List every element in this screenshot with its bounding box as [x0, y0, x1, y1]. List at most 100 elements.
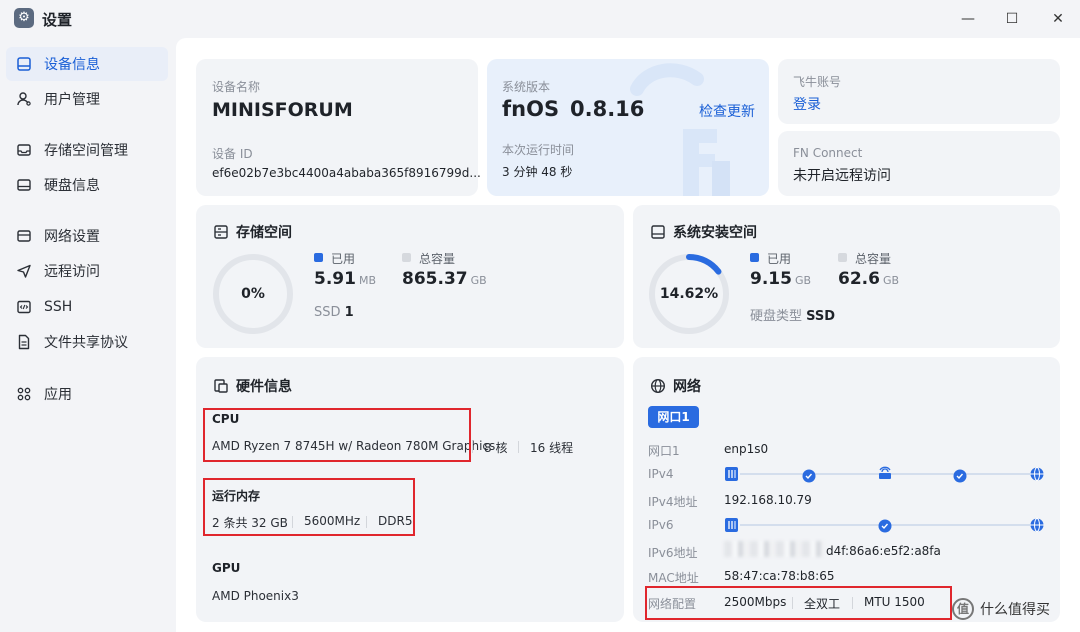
hardware-title-text: 硬件信息	[236, 379, 292, 395]
account-card	[778, 59, 1060, 124]
ipv6-address: d4f:86a6:e5f2:a8fa	[826, 544, 941, 558]
storage-title-text: 存储空间	[236, 225, 292, 241]
sidebar-item-apps[interactable]: 应用	[6, 377, 168, 411]
mac-address: 58:47:ca:78:b8:65	[724, 569, 835, 583]
disk-type-label: 硬盘类型	[750, 309, 803, 324]
mac-label: MAC地址	[648, 571, 699, 585]
router-icon	[879, 466, 891, 479]
sidebar-item-label: 设备信息	[44, 57, 100, 73]
cpu-threads: 16 线程	[530, 441, 574, 455]
ipv6-address-redaction	[724, 541, 824, 557]
network-settings-icon	[16, 228, 32, 244]
system-space-title: 系统安装空间	[650, 222, 757, 242]
version-label: 系统版本	[502, 80, 551, 94]
nic-port-icon	[725, 518, 738, 532]
sidebar-item-remote-access[interactable]: 远程访问	[6, 254, 168, 288]
ipv4-label: IPv4	[648, 467, 674, 481]
device-name: MINISFORUM	[212, 99, 353, 121]
used-legend-swatch	[750, 253, 759, 262]
watermark-logo: 值	[952, 598, 974, 620]
device-id-label: 设备 ID	[212, 147, 253, 161]
storage-used-value: 5.91	[314, 269, 356, 289]
close-button[interactable]: ✕	[1040, 6, 1076, 32]
storage-used-unit: MB	[358, 274, 376, 287]
check-icon	[953, 469, 967, 483]
network-title-text: 网络	[673, 379, 701, 395]
storage-percent: 0%	[241, 286, 265, 302]
device-info-icon	[16, 56, 32, 72]
system-space-title-text: 系统安装空间	[673, 225, 757, 241]
watermark-text: 什么值得买	[980, 602, 1050, 618]
system-space-usage-ring: 14.62%	[647, 252, 731, 336]
sidebar-item-label: 网络设置	[44, 229, 100, 245]
sidebar-item-label: 存储空间管理	[44, 143, 128, 159]
storage-used: 5.91 MB	[314, 269, 376, 289]
account-label: 飞牛账号	[793, 75, 842, 89]
ipv6-label: IPv6	[648, 518, 674, 532]
login-link[interactable]: 登录	[793, 94, 821, 114]
sidebar: 设备信息 用户管理 存储空间管理 硬盘信息 网络设置 远程访问 SSH 文件共享…	[0, 38, 176, 632]
disk-type-value: SSD	[806, 309, 836, 324]
sidebar-item-device-info[interactable]: 设备信息	[6, 47, 168, 81]
user-icon	[16, 91, 32, 107]
storage-usage-ring: 0%	[211, 252, 295, 336]
network-title: 网络	[650, 376, 701, 396]
check-icon	[802, 469, 816, 483]
sidebar-item-label: 远程访问	[44, 264, 100, 280]
system-total-value: 62.6	[838, 269, 880, 289]
system-used-label: 已用	[767, 252, 792, 266]
uptime-value: 3 分钟 48 秒	[502, 165, 573, 179]
cpu-cores: 8 核	[484, 441, 508, 455]
hardware-title: 硬件信息	[213, 376, 292, 396]
window-title: 设置	[42, 11, 73, 29]
storage-title: 存储空间	[213, 222, 292, 242]
globe-icon	[650, 378, 666, 394]
system-space-percent: 14.62%	[659, 286, 719, 302]
port-label: 网口1	[648, 444, 680, 458]
system-disk-icon	[650, 224, 666, 240]
nic-port-icon	[725, 467, 738, 481]
apps-grid-icon	[16, 386, 32, 402]
fn-connect-card	[778, 131, 1060, 196]
storage-used-label: 已用	[331, 252, 356, 266]
system-total-label: 总容量	[855, 252, 892, 266]
ssd-label: SSD	[314, 305, 341, 320]
network-port-tab[interactable]: 网口1	[648, 406, 699, 428]
document-icon	[16, 334, 32, 350]
sidebar-item-ssh[interactable]: SSH	[6, 290, 168, 324]
system-total-unit: GB	[882, 274, 900, 287]
system-used-unit: GB	[794, 274, 812, 287]
sidebar-item-label: 用户管理	[44, 92, 100, 108]
sidebar-item-users[interactable]: 用户管理	[6, 82, 168, 116]
os-version: 0.8.16	[570, 97, 645, 121]
storage-total-value: 865.37	[402, 269, 468, 289]
ipv4-address: 192.168.10.79	[724, 493, 812, 507]
internet-globe-icon	[1030, 518, 1044, 532]
sidebar-item-network[interactable]: 网络设置	[6, 219, 168, 253]
fn-connect-label: FN Connect	[793, 146, 863, 160]
sidebar-item-disk[interactable]: 硬盘信息	[6, 168, 168, 202]
disk-icon	[16, 177, 32, 193]
total-legend-swatch	[402, 253, 411, 262]
hardware-icon	[213, 378, 229, 394]
code-icon	[16, 299, 32, 315]
watermark: 值 什么值得买	[952, 598, 1050, 620]
storage-total: 865.37 GB	[402, 269, 487, 289]
internet-globe-icon	[1030, 467, 1044, 481]
ssd-count-value: 1	[344, 305, 354, 320]
gpu-label: GPU	[212, 561, 241, 575]
total-legend-swatch	[838, 253, 847, 262]
minimize-button[interactable]: —	[950, 6, 986, 32]
sidebar-item-label: 文件共享协议	[44, 335, 128, 351]
sidebar-item-storage[interactable]: 存储空间管理	[6, 133, 168, 167]
uptime-label: 本次运行时间	[502, 143, 575, 157]
cpu-highlight-box	[203, 408, 471, 462]
memory-highlight-box	[203, 478, 415, 536]
sidebar-item-file-sharing[interactable]: 文件共享协议	[6, 325, 168, 359]
check-update-link[interactable]: 检查更新	[699, 101, 755, 121]
disk-type: 硬盘类型 SSD	[750, 305, 835, 324]
divider	[518, 441, 519, 453]
ssd-count: SSD 1	[314, 305, 354, 320]
storage-icon	[16, 142, 32, 158]
maximize-button[interactable]: ☐	[994, 6, 1030, 32]
